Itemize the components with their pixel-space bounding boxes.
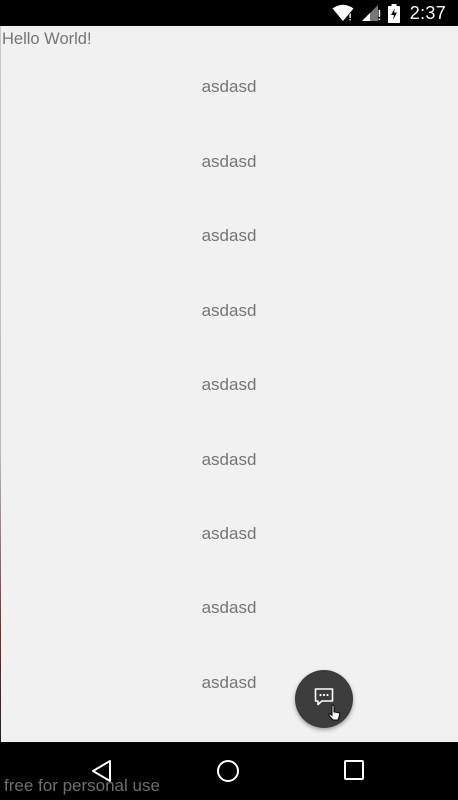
list-item[interactable]: asdasd [1, 450, 457, 470]
list-item[interactable]: asdasd [1, 673, 457, 693]
status-bar: 2:37 [0, 0, 458, 26]
chat-fab-button[interactable] [295, 670, 353, 728]
cell-signal-icon [361, 4, 381, 22]
list-item[interactable]: asdasd [1, 524, 457, 544]
main-content[interactable]: Hello World! asdasd asdasd asdasd asdasd… [1, 26, 457, 742]
list-item[interactable]: asdasd [1, 226, 457, 246]
wifi-icon [332, 4, 354, 22]
list-item[interactable]: asdasd [1, 598, 457, 618]
battery-charging-icon [387, 3, 400, 23]
list-item[interactable]: asdasd [1, 375, 457, 395]
list-item[interactable]: asdasd [1, 301, 457, 321]
hello-text: Hello World! [2, 30, 92, 48]
list-item[interactable]: asdasd [1, 77, 457, 97]
status-time: 2:37 [409, 2, 446, 23]
list-item[interactable]: asdasd [1, 152, 457, 172]
recents-icon[interactable] [343, 759, 365, 786]
watermark: free for personal use [4, 776, 160, 795]
mouse-pointer-icon [327, 704, 341, 727]
status-icons: 2:37 [332, 0, 446, 26]
home-icon[interactable] [216, 759, 240, 788]
